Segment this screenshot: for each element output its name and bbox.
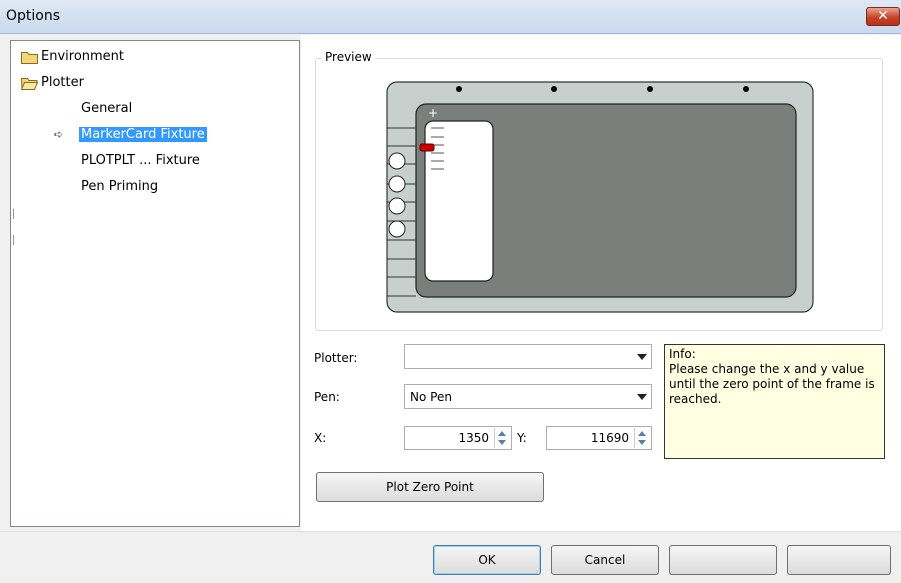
- pen-value: No Pen: [410, 390, 452, 404]
- y-value: 11690: [590, 431, 629, 445]
- tree-item-environment[interactable]: Environment: [19, 47, 124, 67]
- chevron-down-icon: [637, 354, 647, 360]
- footer-button-3[interactable]: [669, 545, 777, 575]
- tree-line: [13, 235, 14, 245]
- tree-item-pen-priming[interactable]: Pen Priming: [81, 177, 158, 197]
- tree-line: [13, 209, 14, 219]
- chevron-up-icon[interactable]: [638, 431, 646, 436]
- close-button[interactable]: ✕: [866, 7, 900, 26]
- x-spin-buttons[interactable]: [494, 428, 510, 448]
- y-spin-buttons[interactable]: [634, 428, 650, 448]
- chevron-down-icon[interactable]: [498, 440, 506, 445]
- cancel-button[interactable]: Cancel: [551, 545, 659, 575]
- folder-open-icon: [21, 77, 38, 90]
- plotter-label-text: Plotter:: [314, 351, 358, 365]
- y-stepper[interactable]: 11690: [546, 426, 652, 450]
- footer-button-4[interactable]: [787, 545, 891, 575]
- info-box: Info: Please change the x and y value un…: [664, 344, 885, 459]
- ok-label: OK: [478, 553, 496, 567]
- plot-zero-point-button[interactable]: Plot Zero Point: [316, 472, 544, 502]
- chevron-up-icon[interactable]: [498, 431, 506, 436]
- pen-label: Pen:: [314, 390, 340, 404]
- pen-dropdown[interactable]: No Pen: [404, 384, 652, 409]
- tree-item-label: Environment: [41, 49, 125, 64]
- y-label: Y:: [517, 431, 527, 445]
- tree-item-label: Plotter: [41, 75, 84, 90]
- info-text: Please change the x and y value until th…: [669, 362, 875, 406]
- tree-item-plotplt-fixture[interactable]: PLOTPLT ... Fixture: [81, 151, 200, 171]
- tree-item-label: PLOTPLT ... Fixture: [81, 153, 200, 168]
- plotter-preview-image: +: [386, 81, 814, 313]
- x-label: X:: [314, 431, 327, 445]
- preview-group: +: [315, 58, 883, 331]
- plotter-label: Plotter:: [314, 351, 357, 365]
- preview-label: Preview: [322, 50, 375, 64]
- plotter-dropdown[interactable]: [404, 344, 652, 369]
- tree-item-label: Pen Priming: [81, 179, 159, 194]
- chevron-down-icon[interactable]: [638, 440, 646, 445]
- close-icon: ✕: [877, 8, 889, 24]
- tree-item-label: MarkerCard Fixture: [79, 127, 207, 142]
- tree-item-plotter[interactable]: Plotter: [19, 73, 84, 93]
- title-bar: Options ✕: [0, 0, 901, 34]
- window-title: Options: [6, 8, 61, 24]
- x-value: 1350: [458, 431, 489, 445]
- info-title: Info:: [669, 347, 696, 361]
- arrow-right-icon: ➪: [54, 128, 64, 141]
- x-stepper[interactable]: 1350: [404, 426, 512, 450]
- tree-item-label: General: [81, 101, 133, 116]
- tree-item-markercard-fixture[interactable]: MarkerCard Fixture: [79, 125, 207, 145]
- plot-zero-point-label: Plot Zero Point: [386, 480, 474, 494]
- options-tree[interactable]: Environment Plotter General ➪ MarkerCard…: [10, 40, 300, 527]
- chevron-down-icon: [637, 394, 647, 400]
- tree-item-general[interactable]: General: [81, 99, 132, 119]
- ok-button[interactable]: OK: [433, 545, 541, 575]
- folder-closed-icon: [21, 51, 38, 64]
- svg-text:+: +: [428, 106, 438, 120]
- cancel-label: Cancel: [584, 553, 626, 567]
